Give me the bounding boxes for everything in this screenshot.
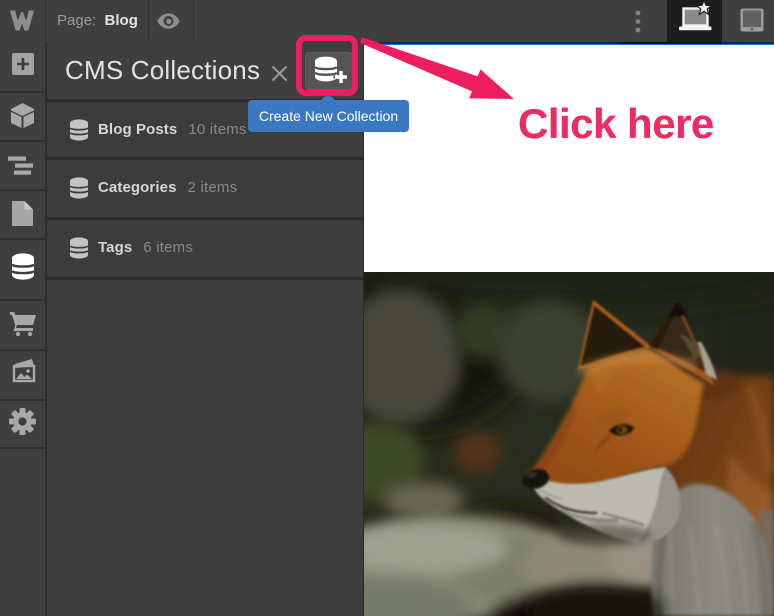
svg-text:Click here: Click here — [518, 100, 714, 147]
